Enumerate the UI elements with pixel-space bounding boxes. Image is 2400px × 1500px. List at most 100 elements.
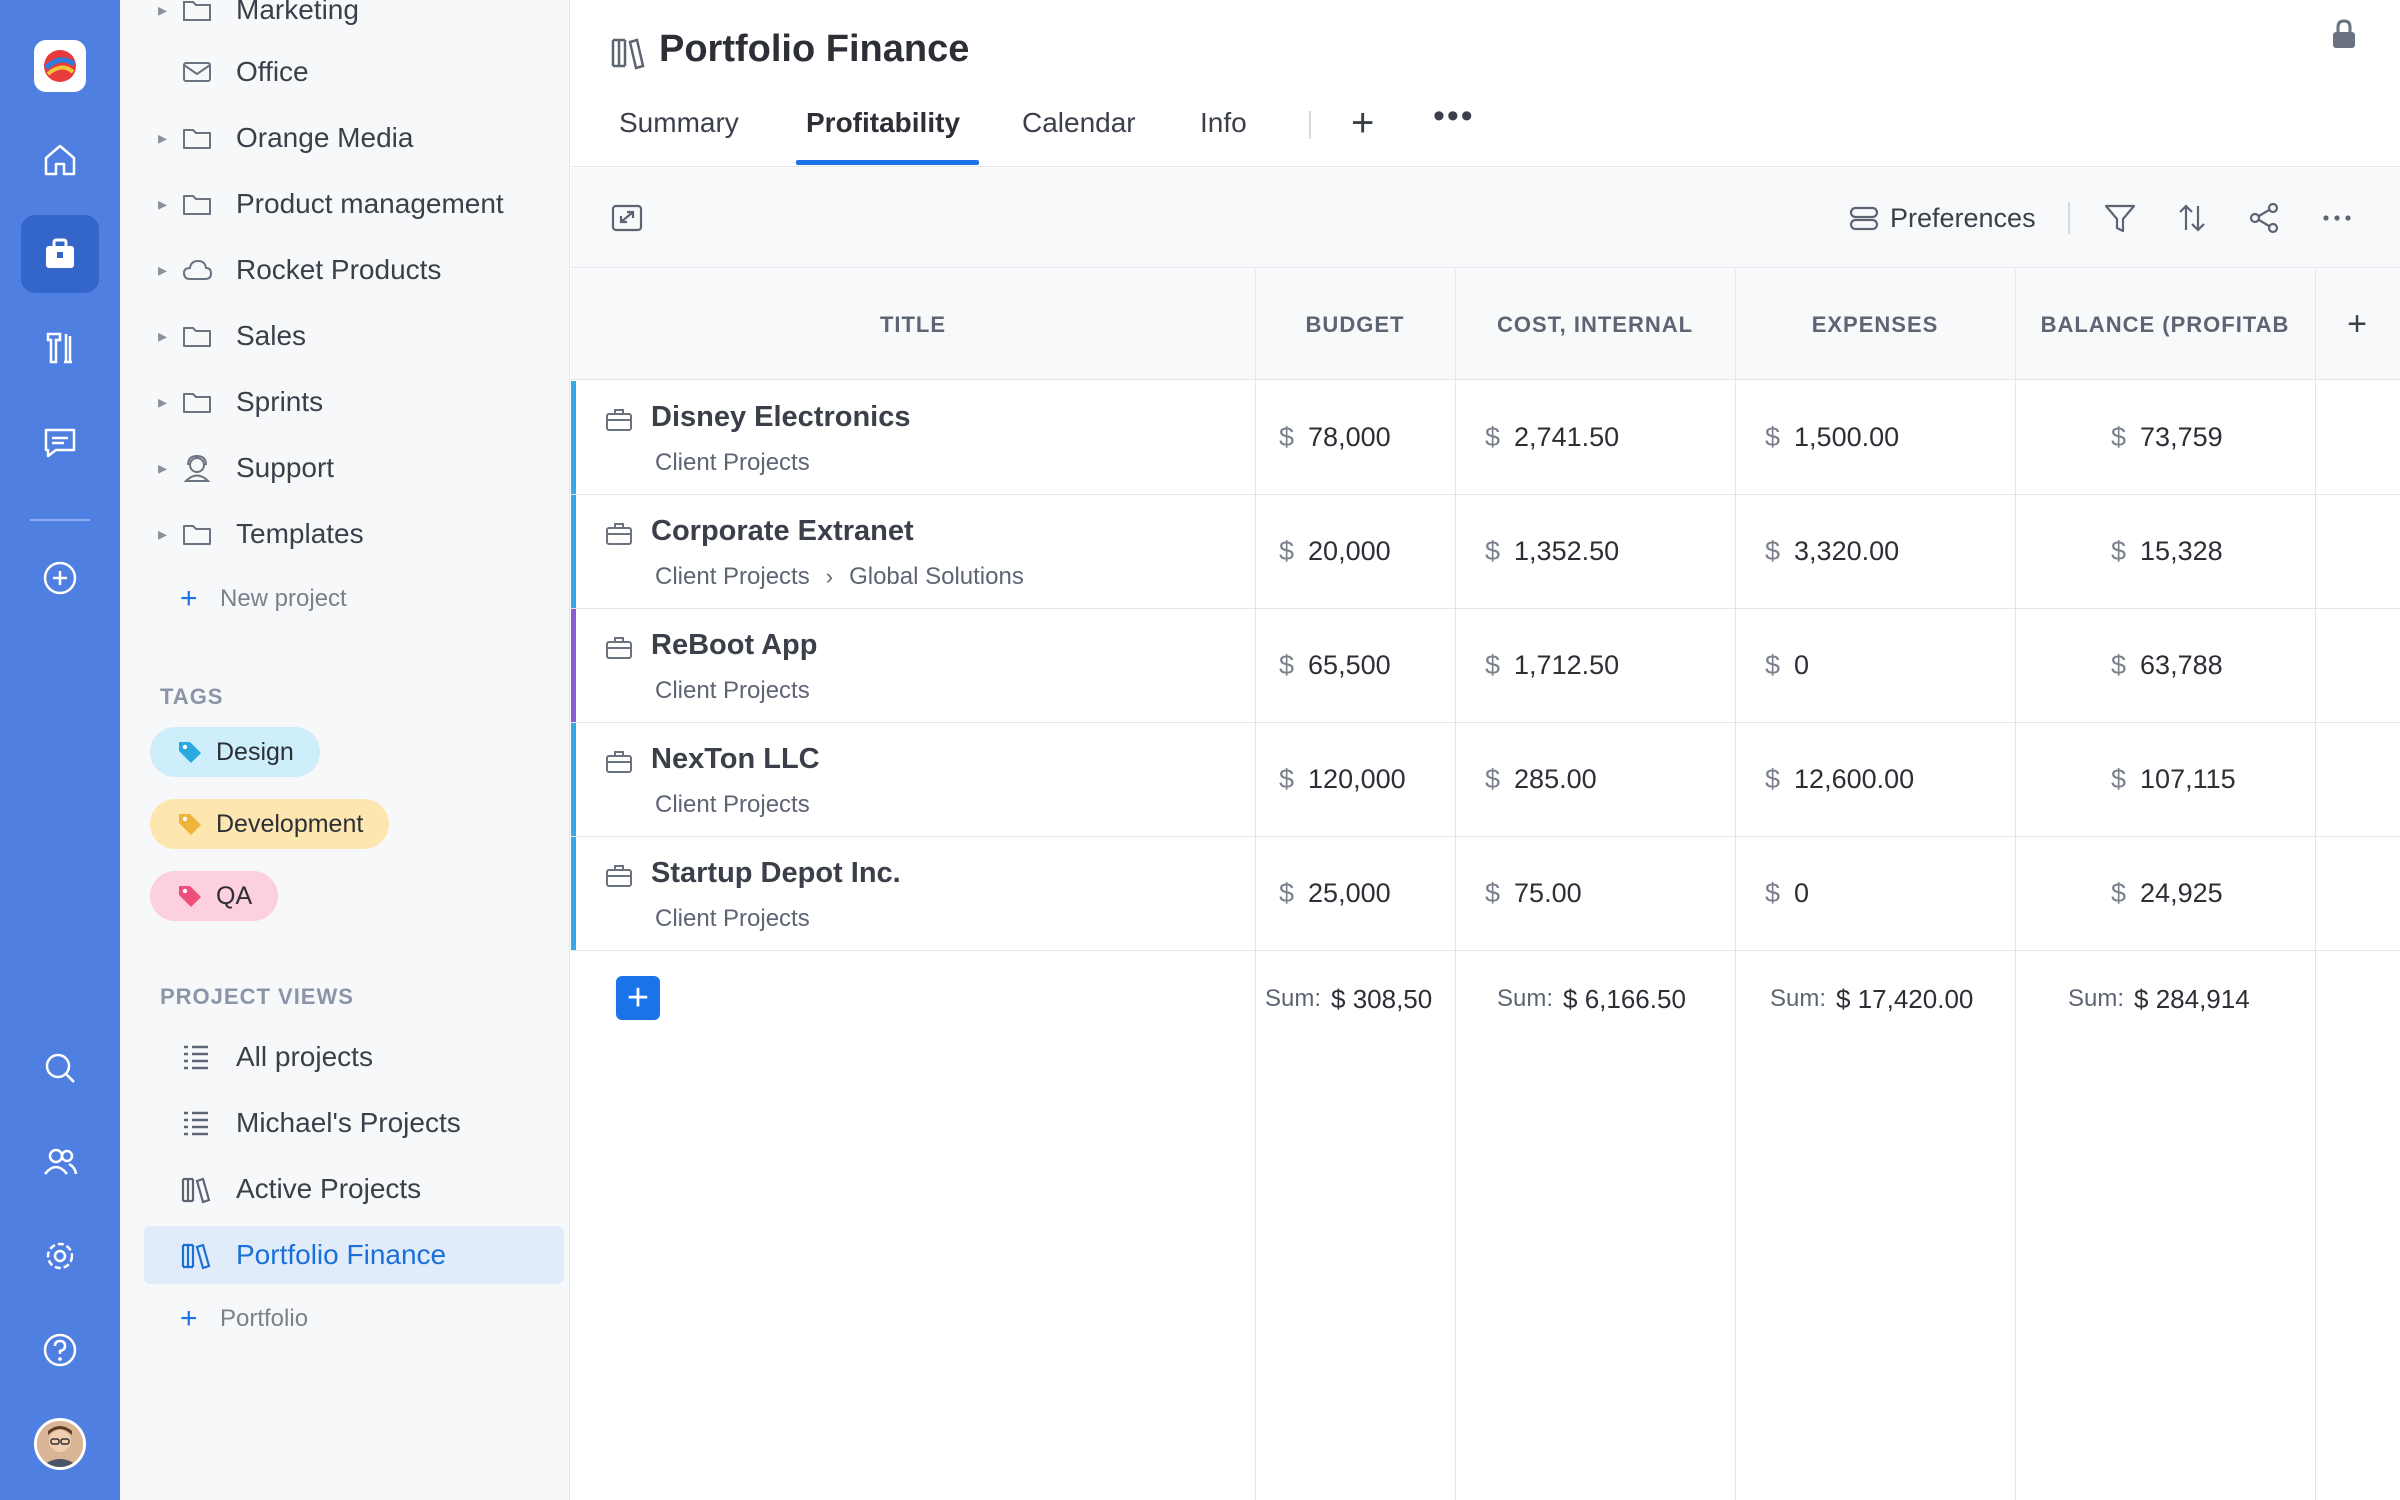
expand-caret-icon[interactable]: ▸ bbox=[158, 0, 167, 21]
currency-symbol: $ bbox=[1279, 650, 1295, 680]
cost-internal-cell[interactable]: $2,741.50 bbox=[1485, 381, 1619, 494]
expand-caret-icon[interactable]: ▸ bbox=[158, 326, 167, 347]
sidebar-item-rocket-products[interactable]: ▸ Rocket Products bbox=[120, 242, 570, 298]
expenses-cell[interactable]: $0 bbox=[1765, 837, 1809, 950]
expand-caret-icon[interactable]: ▸ bbox=[158, 260, 167, 281]
cost-internal-cell[interactable]: $1,352.50 bbox=[1485, 495, 1619, 608]
sidebar-item-sales[interactable]: ▸ Sales bbox=[120, 308, 570, 364]
expenses-cell[interactable]: $12,600.00 bbox=[1765, 723, 1914, 836]
table-row[interactable]: ReBoot App Client Projects $65,500 $1,712.5… bbox=[571, 609, 2400, 723]
budget-cell[interactable]: $20,000 bbox=[1279, 495, 1391, 608]
rail-home[interactable] bbox=[21, 121, 99, 199]
expand-icon[interactable] bbox=[609, 200, 645, 236]
app-logo[interactable] bbox=[34, 40, 86, 92]
tab-calendar[interactable]: Calendar bbox=[1022, 107, 1136, 139]
project-title-link[interactable]: Corporate Extranet bbox=[651, 515, 914, 548]
filter-icon[interactable] bbox=[2102, 200, 2138, 236]
project-path-item[interactable]: Client Projects bbox=[655, 905, 810, 933]
sidebar-item-marketing[interactable]: ▸ Marketing bbox=[120, 0, 570, 38]
sidebar-item-templates[interactable]: ▸ Templates bbox=[120, 506, 570, 562]
balance-cell[interactable]: $63,788 bbox=[2111, 609, 2223, 722]
folder-icon bbox=[180, 319, 214, 353]
project-view-portfolio-finance[interactable]: Portfolio Finance bbox=[144, 1226, 564, 1284]
rail-chat[interactable] bbox=[21, 403, 99, 481]
rail-tools[interactable] bbox=[21, 309, 99, 387]
column-header-cost-internal[interactable]: COST, INTERNAL bbox=[1455, 269, 1735, 380]
rail-settings[interactable] bbox=[21, 1217, 99, 1295]
expenses-cell[interactable]: $3,320.00 bbox=[1765, 495, 1899, 608]
balance-cell[interactable]: $24,925 bbox=[2111, 837, 2223, 950]
sidebar-item-sprints[interactable]: ▸ Sprints bbox=[120, 374, 570, 430]
column-header-balance[interactable]: BALANCE (PROFITAB bbox=[2015, 269, 2315, 380]
project-path-item[interactable]: Client Projects bbox=[655, 791, 810, 819]
expenses-cell[interactable]: $0 bbox=[1765, 609, 1809, 722]
column-header-budget[interactable]: BUDGET bbox=[1255, 269, 1455, 380]
expand-caret-icon[interactable]: ▸ bbox=[158, 524, 167, 545]
project-title-link[interactable]: ReBoot App bbox=[651, 629, 817, 662]
tab-profitability[interactable]: Profitability bbox=[806, 107, 960, 139]
sidebar-item-office[interactable]: Office bbox=[120, 44, 570, 100]
cost-internal-cell[interactable]: $75.00 bbox=[1485, 837, 1582, 950]
project-view-all-projects[interactable]: All projects bbox=[144, 1028, 564, 1086]
project-path-item[interactable]: Client Projects bbox=[655, 563, 810, 591]
cell-value: 78,000 bbox=[1308, 422, 1391, 452]
sidebar-item-orange-media[interactable]: ▸ Orange Media bbox=[120, 110, 570, 166]
column-header-title[interactable]: TITLE bbox=[571, 269, 1255, 380]
sidebar-item-support[interactable]: ▸ Support bbox=[120, 440, 570, 496]
tab-info[interactable]: Info bbox=[1200, 107, 1247, 139]
sidebar-item-product-management[interactable]: ▸ Product management bbox=[120, 176, 570, 232]
expand-caret-icon[interactable]: ▸ bbox=[158, 458, 167, 479]
project-view-active-projects[interactable]: Active Projects bbox=[144, 1160, 564, 1218]
add-portfolio-button[interactable]: + Portfolio bbox=[180, 1302, 308, 1336]
project-path-item[interactable]: Client Projects bbox=[655, 677, 810, 705]
lock-icon[interactable] bbox=[2330, 18, 2358, 50]
balance-cell[interactable]: $73,759 bbox=[2111, 381, 2223, 494]
expand-caret-icon[interactable]: ▸ bbox=[158, 194, 167, 215]
expand-caret-icon[interactable]: ▸ bbox=[158, 128, 167, 149]
row-color-stripe bbox=[571, 381, 576, 494]
add-tab-button[interactable]: + bbox=[1351, 101, 1374, 146]
logo-icon bbox=[44, 50, 76, 82]
project-path-item[interactable]: Client Projects bbox=[655, 449, 810, 477]
project-title-link[interactable]: Disney Electronics bbox=[651, 401, 911, 434]
table-row[interactable]: Startup Depot Inc. Client Projects $25,000… bbox=[571, 837, 2400, 951]
column-header-expenses[interactable]: EXPENSES bbox=[1735, 269, 2015, 380]
expenses-cell[interactable]: $1,500.00 bbox=[1765, 381, 1899, 494]
rail-add[interactable] bbox=[21, 539, 99, 617]
tag-development[interactable]: Development bbox=[150, 799, 390, 849]
sum-label: Sum: bbox=[1497, 985, 1554, 1012]
more-options-icon[interactable] bbox=[2319, 200, 2355, 236]
preferences-button[interactable]: Preferences bbox=[1848, 196, 2036, 240]
portfolio-icon bbox=[180, 1173, 212, 1205]
rail-search[interactable] bbox=[21, 1029, 99, 1107]
rail-users[interactable] bbox=[21, 1123, 99, 1201]
expand-caret-icon[interactable]: ▸ bbox=[158, 392, 167, 413]
tag-design[interactable]: Design bbox=[150, 727, 320, 777]
tab-summary[interactable]: Summary bbox=[619, 107, 739, 139]
table-header: TITLE BUDGET COST, INTERNAL EXPENSES BAL… bbox=[571, 269, 2400, 380]
new-project-button[interactable]: + New project bbox=[180, 582, 347, 616]
rail-help[interactable] bbox=[21, 1311, 99, 1389]
cost-internal-cell[interactable]: $1,712.50 bbox=[1485, 609, 1619, 722]
share-icon[interactable] bbox=[2246, 200, 2282, 236]
balance-cell[interactable]: $107,115 bbox=[2111, 723, 2236, 836]
balance-cell[interactable]: $15,328 bbox=[2111, 495, 2223, 608]
budget-cell[interactable]: $25,000 bbox=[1279, 837, 1391, 950]
more-tabs-button[interactable]: ••• bbox=[1433, 97, 1475, 136]
table-row[interactable]: Disney Electronics Client Projects $78,000… bbox=[571, 381, 2400, 495]
user-avatar[interactable] bbox=[34, 1418, 86, 1470]
project-path-item[interactable]: Global Solutions bbox=[849, 563, 1024, 591]
rail-projects[interactable] bbox=[21, 215, 99, 293]
cost-internal-cell[interactable]: $285.00 bbox=[1485, 723, 1597, 836]
sort-icon[interactable] bbox=[2174, 200, 2210, 236]
budget-cell[interactable]: $78,000 bbox=[1279, 381, 1391, 494]
project-title-link[interactable]: NexTon LLC bbox=[651, 743, 820, 776]
tag-qa[interactable]: QA bbox=[150, 871, 279, 921]
budget-cell[interactable]: $65,500 bbox=[1279, 609, 1391, 722]
project-view-michael-s-projects[interactable]: Michael's Projects bbox=[144, 1094, 564, 1152]
table-row[interactable]: Corporate Extranet Client Projects › Global… bbox=[571, 495, 2400, 609]
project-title-link[interactable]: Startup Depot Inc. bbox=[651, 857, 901, 890]
budget-cell[interactable]: $120,000 bbox=[1279, 723, 1406, 836]
add-column-button[interactable]: + bbox=[2315, 269, 2400, 380]
table-row[interactable]: NexTon LLC Client Projects $120,000 $285.00… bbox=[571, 723, 2400, 837]
